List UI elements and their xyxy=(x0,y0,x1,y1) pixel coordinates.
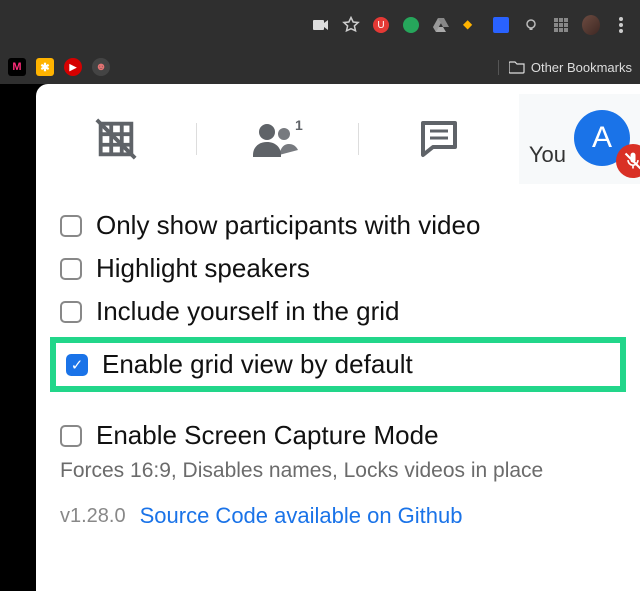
ext-superman-icon[interactable]: ◆ xyxy=(462,16,480,34)
bookmark-item[interactable]: M xyxy=(8,58,26,76)
option-screen-capture[interactable]: Enable Screen Capture Mode xyxy=(60,414,616,457)
star-icon[interactable] xyxy=(342,16,360,34)
tab-people[interactable]: 1 xyxy=(197,94,357,184)
bookmark-item[interactable]: ✱ xyxy=(36,58,54,76)
other-bookmarks-button[interactable]: Other Bookmarks xyxy=(498,60,632,75)
mic-muted-icon[interactable] xyxy=(616,144,640,178)
bookmark-item[interactable]: ▶ xyxy=(64,58,82,76)
profile-avatar-icon[interactable] xyxy=(582,16,600,34)
option-label: Only show participants with video xyxy=(96,210,480,241)
source-code-link[interactable]: Source Code available on Github xyxy=(140,503,463,529)
option-label: Highlight speakers xyxy=(96,253,310,284)
option-only-video[interactable]: Only show participants with video xyxy=(60,204,616,247)
option-subtext: Forces 16:9, Disables names, Locks video… xyxy=(60,457,616,483)
ext-red-icon[interactable]: U xyxy=(372,16,390,34)
panel-footer: v1.28.0 Source Code available on Github xyxy=(36,483,640,529)
bookmarks-bar: M ✱ ▶ ☻ Other Bookmarks xyxy=(0,50,640,84)
svg-text:1: 1 xyxy=(295,119,303,133)
checkbox-checked[interactable]: ✓ xyxy=(66,354,88,376)
tab-you[interactable]: You A xyxy=(519,94,640,184)
chrome-menu-icon[interactable] xyxy=(612,16,630,34)
tab-grid-disabled[interactable] xyxy=(36,94,196,184)
ext-green-icon[interactable] xyxy=(402,16,420,34)
panel-tabs: 1 You A xyxy=(36,94,640,184)
checkbox[interactable] xyxy=(60,425,82,447)
ext-grid-icon[interactable] xyxy=(552,16,570,34)
tab-chat[interactable] xyxy=(359,94,519,184)
checkbox[interactable] xyxy=(60,301,82,323)
version-label: v1.28.0 xyxy=(60,505,126,528)
option-enable-grid-default[interactable]: ✓ Enable grid view by default xyxy=(66,347,610,382)
settings-panel: 1 You A Only show participants with vide… xyxy=(36,84,640,591)
people-icon: 1 xyxy=(251,119,303,159)
ext-blue-icon[interactable] xyxy=(492,16,510,34)
highlighted-option: ✓ Enable grid view by default xyxy=(50,337,626,392)
you-label: You xyxy=(529,142,566,174)
folder-icon xyxy=(509,60,525,74)
option-include-yourself[interactable]: Include yourself in the grid xyxy=(60,290,616,333)
camera-icon[interactable] xyxy=(312,16,330,34)
checkbox[interactable] xyxy=(60,258,82,280)
chat-icon xyxy=(419,119,459,159)
browser-toolbar: U ◆ xyxy=(0,0,640,50)
option-label: Enable grid view by default xyxy=(102,349,413,380)
option-label: Enable Screen Capture Mode xyxy=(96,420,439,451)
options-list: Only show participants with video Highli… xyxy=(36,184,640,483)
other-bookmarks-label: Other Bookmarks xyxy=(531,60,632,75)
bookmark-item[interactable]: ☻ xyxy=(92,58,110,76)
drive-icon[interactable] xyxy=(432,16,450,34)
ext-bulb-icon[interactable] xyxy=(522,16,540,34)
checkbox[interactable] xyxy=(60,215,82,237)
grid-off-icon xyxy=(93,116,139,162)
option-highlight-speakers[interactable]: Highlight speakers xyxy=(60,247,616,290)
option-label: Include yourself in the grid xyxy=(96,296,400,327)
